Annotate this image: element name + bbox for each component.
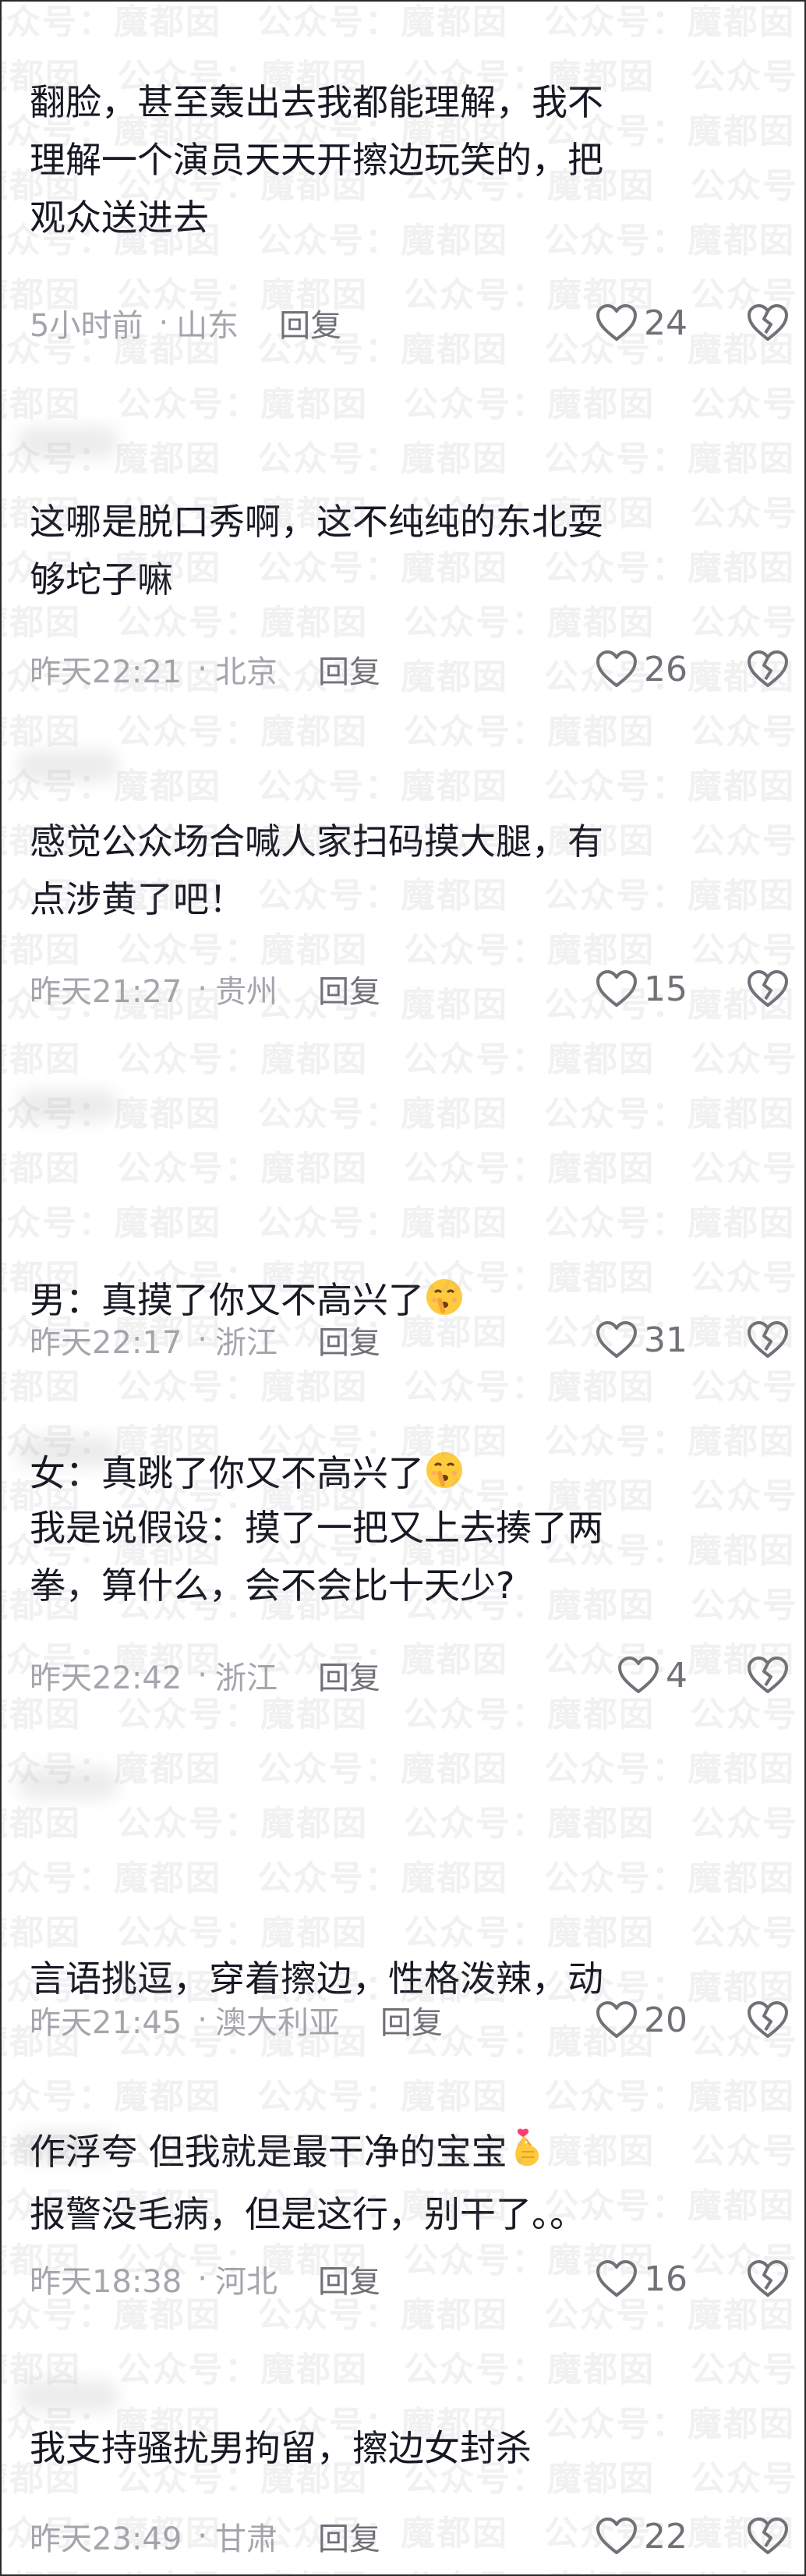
comment-text: 我支持骚扰男拘留，擦边女封杀	[30, 2427, 532, 2469]
like-button[interactable]: 16	[596, 2255, 688, 2302]
comment-location: 山东	[176, 308, 239, 344]
comment-item: 翻脸，甚至轰出去我都能理解，我不 理解一个演员天天开擦边玩笑的，把 观众送进去 …	[2, 2, 804, 368]
comment-screenshot: 公众号：魔都囡 公众号：魔都囡 公众号：魔都囡 公众号：魔都囡 公众号：魔都囡 …	[0, 0, 806, 2576]
like-count: 20	[644, 2000, 688, 2040]
comment-text: 感觉公众场合喊人家扫码摸大腿，有 点涉黄了吧！	[30, 820, 603, 920]
like-count: 16	[644, 2259, 688, 2299]
shushing-face-emoji	[426, 1279, 462, 1315]
like-count: 26	[644, 649, 688, 689]
comment-text: 报警没毛病，但是这行，别干了。。	[30, 2193, 585, 2235]
like-button[interactable]: 22	[596, 2513, 688, 2560]
heart-outline-icon	[618, 1657, 659, 1693]
comment-location: 甘肃	[215, 2521, 278, 2557]
comment-time: 昨天21:27	[30, 974, 182, 1010]
avatar-placeholder	[17, 750, 118, 781]
avatar-placeholder	[17, 1768, 118, 1799]
reply-button[interactable]: 回复	[318, 1317, 380, 1362]
comment-location: 浙江	[215, 1325, 278, 1361]
like-count: 31	[644, 1320, 688, 1360]
comment-time: 昨天23:49	[30, 2521, 182, 2557]
heart-outline-icon	[596, 2260, 637, 2297]
comment-location: 河北	[215, 2264, 278, 2300]
like-button[interactable]: 24	[596, 299, 688, 346]
comment-item: 男：真摸了你又不高兴了 女：真跳了你又不高兴了 昨天22:17 · 浙江 回复 …	[2, 1132, 804, 1494]
like-button[interactable]: 26	[596, 646, 688, 693]
broken-heart-icon[interactable]	[747, 1656, 789, 1695]
like-button[interactable]: 20	[596, 1997, 688, 2043]
heart-outline-icon	[596, 2001, 637, 2038]
like-button[interactable]: 4	[617, 1652, 688, 1699]
heart-outline-icon	[596, 970, 637, 1007]
broken-heart-icon[interactable]	[747, 650, 789, 689]
avatar-placeholder	[17, 1090, 118, 1121]
comment-time: 5小时前	[30, 308, 143, 344]
comment-item: 我支持骚扰男拘留，擦边女封杀 昨天23:49 · 甘肃 回复 22	[2, 2419, 804, 2574]
like-button[interactable]: 15	[596, 966, 688, 1012]
reply-button[interactable]: 回复	[318, 966, 380, 1012]
avatar-placeholder	[17, 427, 118, 458]
comment-time: 昨天21:45	[30, 2005, 182, 2041]
heart-outline-icon	[596, 650, 637, 687]
reply-button[interactable]: 回复	[318, 2256, 380, 2301]
comment-line-text: 男：真摸了你又不高兴了	[30, 1279, 424, 1321]
like-count: 24	[644, 303, 688, 343]
comment-text: 这哪是脱口秀啊，这不纯纯的东北耍 够坨子嘛	[30, 501, 603, 601]
watermark-row: 公众号：魔都囡 公众号：魔都囡 公众号：魔都囡 公众号：魔都囡 公众号：魔都囡 …	[2, 1040, 804, 1079]
reply-button[interactable]: 回复	[318, 1653, 380, 1698]
avatar-placeholder	[17, 2380, 118, 2411]
separator-dot: ·	[197, 1322, 207, 1358]
broken-heart-icon[interactable]	[747, 2517, 789, 2556]
separator-dot: ·	[197, 2518, 207, 2554]
like-count: 15	[644, 969, 688, 1009]
like-button[interactable]: 31	[596, 1316, 688, 1363]
comment-item: 这哪是脱口秀啊，这不纯纯的东北耍 够坨子嘛 昨天22:21 · 北京 回复 26	[2, 469, 804, 703]
broken-heart-icon[interactable]	[747, 1320, 789, 1359]
separator-dot: ·	[197, 2002, 207, 2038]
like-count: 22	[644, 2516, 688, 2557]
comment-text: 翻脸，甚至轰出去我都能理解，我不 理解一个演员天天开擦边玩笑的，把 观众送进去	[30, 81, 603, 239]
comment-line-text: 作浮夸 但我就是最干净的宝宝	[30, 2131, 507, 2173]
comment-location: 贵州	[215, 974, 278, 1010]
comment-line-text: 言语挑逗，穿着擦边，性格泼辣，动	[30, 1958, 603, 2000]
separator-dot: ·	[197, 1657, 207, 1693]
reply-button[interactable]: 回复	[318, 647, 380, 692]
heart-outline-icon	[596, 304, 637, 341]
broken-heart-icon[interactable]	[747, 303, 789, 342]
comment-location: 浙江	[215, 1660, 278, 1696]
heart-outline-icon	[596, 2518, 637, 2554]
comment-item: 言语挑逗，穿着擦边，性格泼辣，动 作浮夸 但我就是最干净的宝宝 昨天21:45 …	[2, 1811, 804, 2173]
comment-item: 报警没毛病，但是这行，别干了。。 昨天18:38 · 河北 回复 16	[2, 2170, 804, 2300]
reply-button[interactable]: 回复	[279, 300, 341, 345]
comment-time: 昨天22:42	[30, 1660, 182, 1696]
comment-item: 感觉公众场合喊人家扫码摸大腿，有 点涉黄了吧！ 昨天21:27 · 贵州 回复 …	[2, 789, 804, 1031]
like-count: 4	[666, 1655, 688, 1695]
broken-heart-icon[interactable]	[747, 2259, 789, 2298]
comment-time: 昨天22:21	[30, 654, 182, 690]
separator-dot: ·	[197, 971, 207, 1007]
comment-location: 澳大利亚	[215, 2005, 340, 2041]
finger-heart-emoji	[514, 2128, 539, 2167]
broken-heart-icon[interactable]	[747, 969, 789, 1008]
reply-button[interactable]: 回复	[318, 2514, 380, 2559]
comment-time: 昨天22:17	[30, 1325, 182, 1361]
reply-button[interactable]: 回复	[380, 1997, 443, 2043]
heart-outline-icon	[596, 1321, 637, 1358]
separator-dot: ·	[158, 305, 169, 341]
separator-dot: ·	[197, 2261, 207, 2297]
separator-dot: ·	[197, 651, 207, 687]
comment-item: 我是说假设：摸了一把又上去揍了两 拳，算什么，会不会比十天少? 昨天22:42 …	[2, 1476, 804, 1717]
comment-time: 昨天18:38	[30, 2264, 182, 2300]
comment-location: 北京	[215, 654, 278, 690]
broken-heart-icon[interactable]	[747, 2000, 789, 2039]
comment-text: 我是说假设：摸了一把又上去揍了两 拳，算什么，会不会比十天少?	[30, 1507, 603, 1607]
watermark-row: 公众号：魔都囡 公众号：魔都囡 公众号：魔都囡 公众号：魔都囡 公众号：魔都囡 …	[2, 384, 804, 424]
